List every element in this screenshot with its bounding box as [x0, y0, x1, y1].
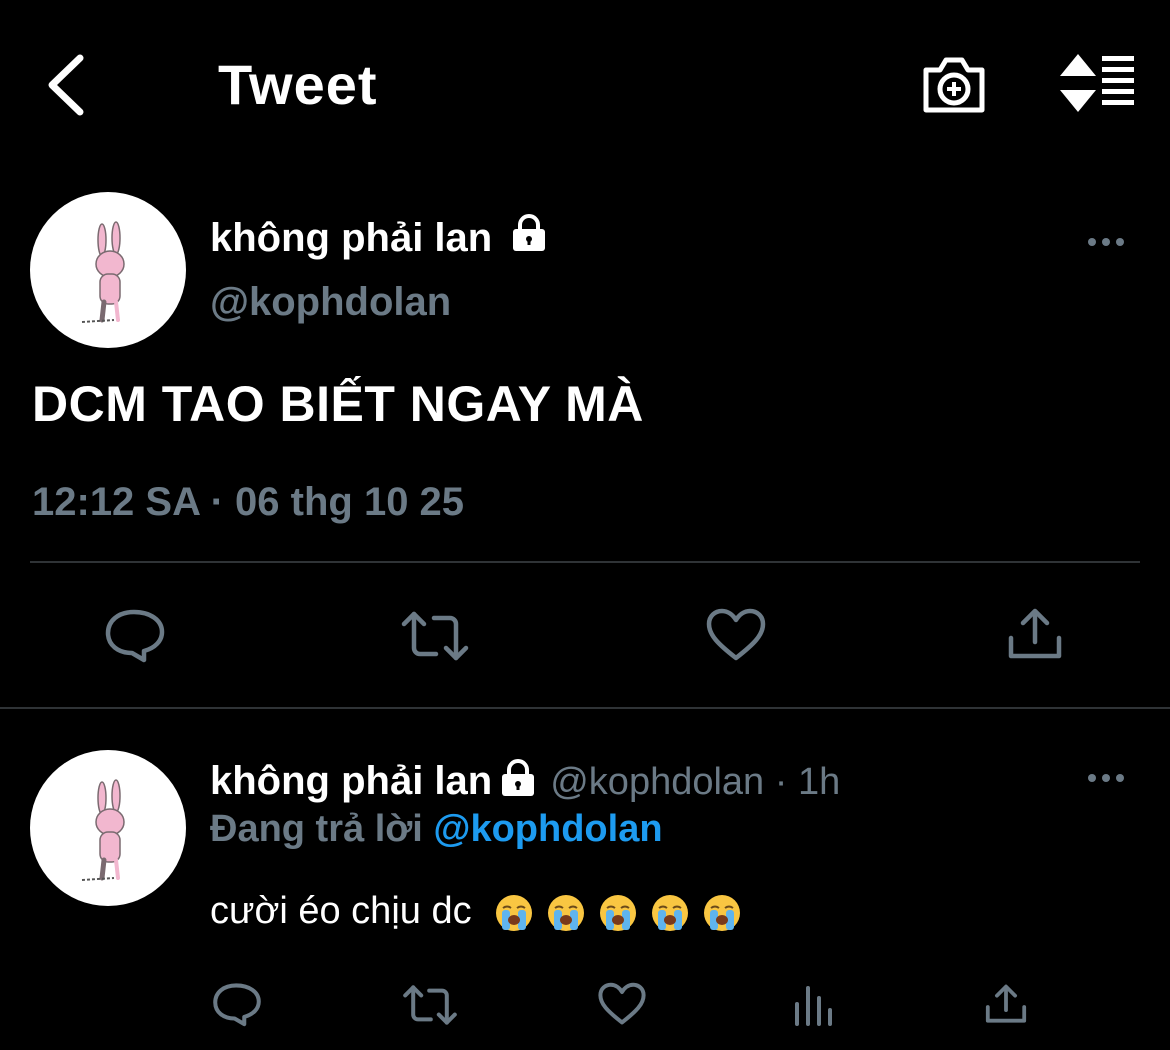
avatar[interactable]	[30, 750, 186, 906]
loudly-crying-face-icon	[548, 894, 585, 931]
loudly-crying-face-icon	[496, 894, 533, 931]
retweet-button[interactable]	[402, 982, 458, 1028]
retweet-button[interactable]	[400, 608, 470, 664]
display-name-text: không phải lan	[210, 216, 493, 260]
display-name-text[interactable]: không phải lan	[210, 759, 492, 803]
reply-header: không phải lan @kophdolan · 1h	[210, 758, 840, 804]
loudly-crying-face-icon	[600, 894, 637, 931]
divider	[0, 707, 1170, 709]
divider	[30, 561, 1140, 563]
more-dots-icon	[1088, 774, 1124, 782]
camera-button[interactable]	[920, 52, 988, 116]
sort-button[interactable]	[1058, 52, 1138, 114]
bunny-avatar-icon	[81, 221, 125, 323]
replying-to-handle[interactable]: @kophdolan	[433, 808, 662, 850]
heart-icon	[706, 608, 766, 661]
lock-icon	[502, 759, 535, 796]
reply-button[interactable]	[212, 980, 262, 1028]
replying-to-label: Đang trả lời	[210, 808, 434, 850]
share-icon	[985, 984, 1027, 1023]
heart-icon	[598, 982, 646, 1025]
display-name[interactable]: không phải lan	[210, 213, 549, 261]
reply-button[interactable]	[104, 606, 166, 664]
like-button[interactable]	[598, 982, 646, 1026]
bunny-avatar-icon	[81, 779, 125, 881]
replying-to: Đang trả lời @kophdolan	[210, 808, 663, 851]
analytics-button[interactable]	[792, 984, 834, 1026]
reply-text: cười éo chịu dc	[210, 890, 472, 932]
page-title: Tweet	[218, 53, 378, 116]
more-options-button[interactable]	[1086, 772, 1126, 784]
more-options-button[interactable]	[1086, 236, 1126, 248]
emoji-row	[482, 890, 742, 932]
loudly-crying-face-icon	[704, 894, 741, 931]
lock-icon	[513, 214, 546, 251]
sort-list-icon	[1060, 54, 1134, 112]
reply-text-row: cười éo chịu dc	[210, 890, 742, 933]
like-button[interactable]	[706, 608, 766, 662]
retweet-icon	[401, 611, 469, 661]
reply-icon	[213, 983, 261, 1027]
retweet-icon	[403, 985, 457, 1025]
handle-and-time: @kophdolan · 1h	[550, 761, 841, 803]
camera-plus-icon	[923, 57, 985, 113]
chevron-left-icon	[48, 54, 84, 116]
analytics-icon	[795, 986, 832, 1026]
more-dots-icon	[1088, 238, 1124, 246]
tweet-timestamp: 12:12 SA · 06 thg 10 25	[32, 480, 465, 524]
share-icon	[1008, 608, 1062, 659]
loudly-crying-face-icon	[652, 894, 689, 931]
share-button[interactable]	[984, 982, 1028, 1026]
handle[interactable]: @kophdolan	[210, 280, 451, 325]
tweet-text: DCM TAO BIẾT NGAY MÀ	[32, 376, 644, 432]
back-button[interactable]	[40, 50, 100, 120]
share-button[interactable]	[1006, 606, 1064, 662]
reply-icon	[105, 609, 165, 663]
avatar[interactable]	[30, 192, 186, 348]
